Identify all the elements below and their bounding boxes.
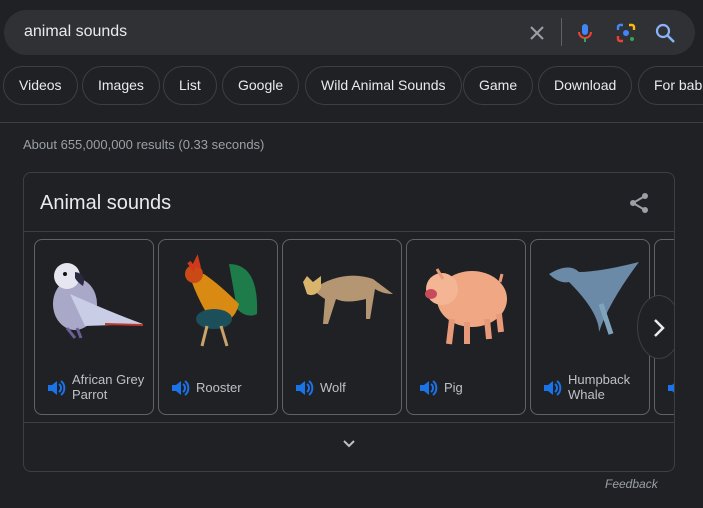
search-box[interactable]: animal sounds (4, 10, 695, 55)
result-stats: About 655,000,000 results (0.33 seconds) (23, 137, 265, 152)
speaker-icon[interactable] (170, 378, 190, 398)
search-input[interactable]: animal sounds (24, 23, 127, 41)
microphone-icon[interactable] (574, 22, 596, 44)
chevron-down-icon[interactable] (342, 439, 356, 449)
animal-name: Wolf (320, 380, 346, 395)
parrot-image (53, 263, 144, 339)
chip-for-babies[interactable]: For babi (638, 66, 703, 105)
animal-name: African Grey Parrot (72, 372, 144, 402)
speaker-icon[interactable] (542, 378, 562, 398)
close-icon[interactable] (526, 22, 548, 44)
speaker-icon[interactable] (418, 378, 438, 398)
animal-card-parrot[interactable]: African Grey Parrot (34, 239, 154, 415)
speaker-icon[interactable] (666, 378, 675, 398)
chip-wild-animal-sounds[interactable]: Wild Animal Sounds (305, 66, 462, 105)
speaker-icon[interactable] (46, 378, 66, 398)
chip-images[interactable]: Images (82, 66, 160, 105)
rooster-image (185, 254, 258, 347)
animal-name: Rooster (196, 380, 242, 395)
speaker-icon[interactable] (294, 378, 314, 398)
next-button[interactable] (637, 295, 674, 359)
lens-icon[interactable] (615, 22, 637, 44)
wolf-image (303, 275, 393, 324)
chip-game[interactable]: Game (463, 66, 534, 105)
animal-name-line: Humpback (568, 372, 631, 387)
animal-sounds-panel: Animal sounds African Grey Parrot Rooster… (23, 172, 675, 472)
animal-card-wolf[interactable]: Wolf (282, 239, 402, 415)
chip-download[interactable]: Download (538, 66, 633, 105)
animal-name: Humpback Whale (568, 372, 630, 402)
animal-name-line: Whale (568, 387, 605, 402)
animal-name-line: African Grey (72, 372, 145, 387)
chip-list[interactable]: List (163, 66, 217, 105)
panel-title: Animal sounds (40, 192, 172, 214)
animal-name-line: Parrot (72, 387, 108, 402)
divider (24, 231, 674, 232)
search-icon[interactable] (654, 22, 676, 44)
feedback-link[interactable]: Feedback (605, 477, 658, 491)
pig-image (425, 268, 507, 345)
divider (0, 122, 703, 123)
chip-videos[interactable]: Videos (3, 66, 78, 105)
divider (24, 422, 674, 423)
chip-google[interactable]: Google (222, 66, 300, 105)
animal-card-humpback-whale[interactable]: Humpback Whale (530, 239, 650, 415)
divider (561, 18, 562, 46)
animal-card-rooster[interactable]: Rooster (158, 239, 278, 415)
whale-image (549, 262, 639, 335)
share-icon[interactable] (627, 191, 651, 215)
animal-card-pig[interactable]: Pig (406, 239, 526, 415)
chevron-right-icon (654, 319, 665, 337)
animal-name: Pig (444, 380, 463, 395)
